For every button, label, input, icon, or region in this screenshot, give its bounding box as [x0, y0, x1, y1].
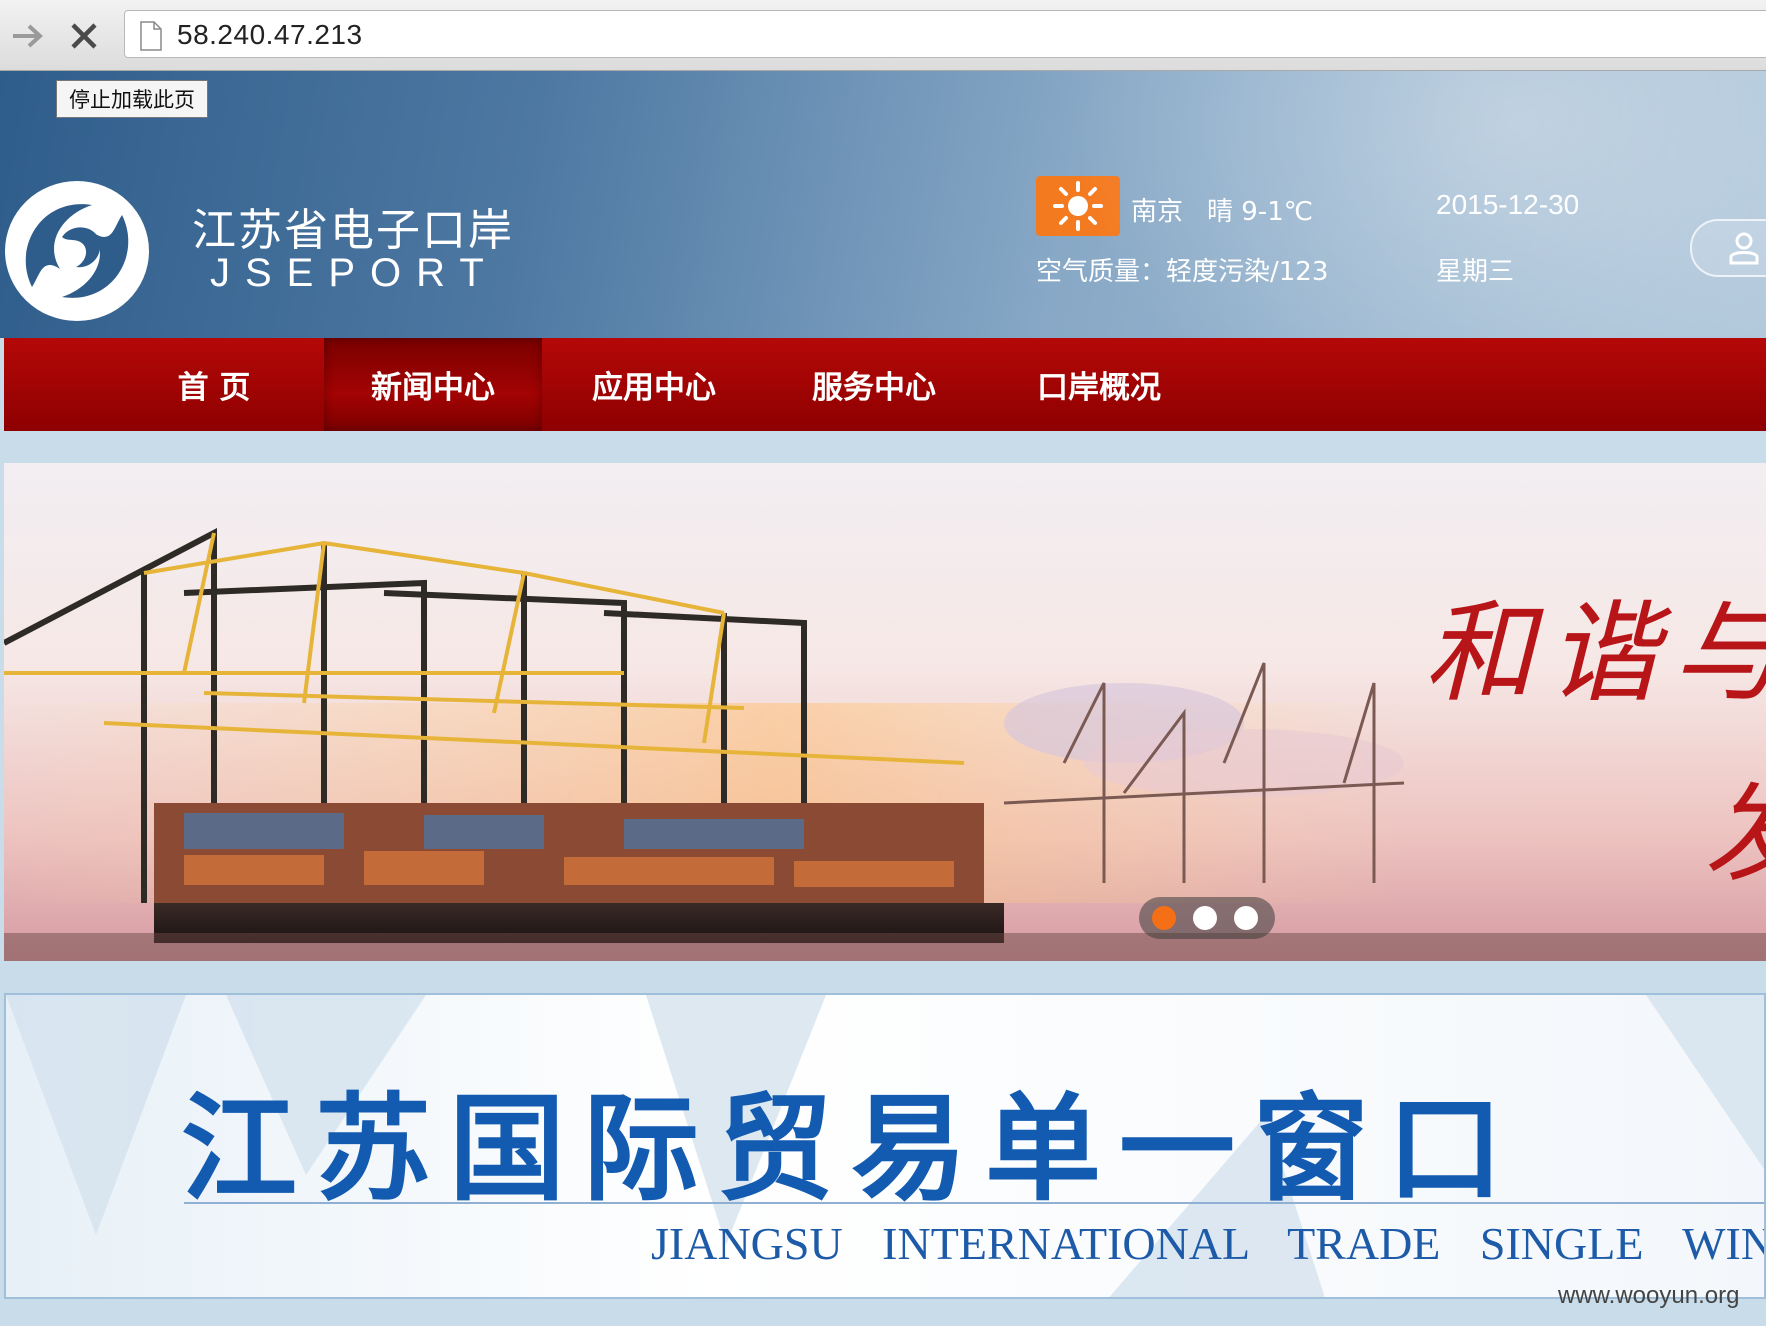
current-weekday: 星期三 [1436, 257, 1515, 287]
sun-icon [1053, 181, 1103, 231]
watermark: www.wooyun.org [1558, 1282, 1740, 1309]
page-icon [140, 21, 162, 51]
stop-loading-button[interactable] [64, 16, 104, 56]
url-text: 58.240.47.213 [177, 19, 363, 50]
nav-news-center[interactable]: 新闻中心 [324, 338, 542, 431]
carousel-dot-3[interactable] [1234, 906, 1258, 930]
banner-slogan-line1: 和谐与 [1424, 589, 1766, 717]
nav-port-overview[interactable]: 口岸概况 [989, 338, 1209, 431]
nav-service-center[interactable]: 服务中心 [769, 338, 979, 431]
single-window-title-en: JIANGSU INTERNATIONAL TRADE SINGLE WINDO… [651, 1218, 1766, 1269]
air-quality: 空气质量：轻度污染/123 [1036, 257, 1329, 287]
user-icon [1729, 232, 1759, 265]
weather-badge [1036, 176, 1120, 236]
stop-tooltip: 停止加载此页 [56, 80, 208, 118]
banner-slogan-line2: 发 [1704, 743, 1766, 903]
site-header: 停止加载此页 江苏省电子口岸 JSEPORT 南京 晴 9-1℃ 空气质量：轻度… [0, 71, 1766, 338]
close-icon [71, 23, 97, 49]
carousel-indicators [1139, 897, 1275, 939]
nav-home[interactable]: 首 页 [124, 338, 304, 431]
weather-city: 南京 [1131, 197, 1184, 227]
site-name-en: JSEPORT [210, 251, 499, 295]
current-date: 2015-12-30 [1436, 189, 1580, 220]
nav-application-center[interactable]: 应用中心 [549, 338, 759, 431]
carousel-dot-1[interactable] [1152, 906, 1176, 930]
carousel-dot-2[interactable] [1193, 906, 1217, 930]
browser-toolbar: 58.240.47.213 [0, 0, 1766, 71]
site-name: 江苏省电子口岸 [192, 205, 514, 256]
forward-button[interactable] [8, 16, 48, 56]
main-nav: 首 页 新闻中心 应用中心 服务中心 口岸概况 [4, 338, 1766, 431]
address-bar[interactable]: 58.240.47.213 [124, 10, 1766, 58]
arrow-right-icon [13, 24, 43, 48]
single-window-title: 江苏国际贸易单一窗口 [181, 1082, 1521, 1217]
title-divider [184, 1202, 1764, 1204]
user-login-button[interactable] [1690, 219, 1766, 277]
jseport-logo[interactable] [2, 177, 152, 325]
single-window-banner[interactable]: 江苏国际贸易单一窗口 JIANGSU INTERNATIONAL TRADE S… [4, 993, 1766, 1299]
hero-banner[interactable]: 和谐与 发 [4, 463, 1766, 961]
weather-condition: 晴 9-1℃ [1207, 197, 1313, 227]
